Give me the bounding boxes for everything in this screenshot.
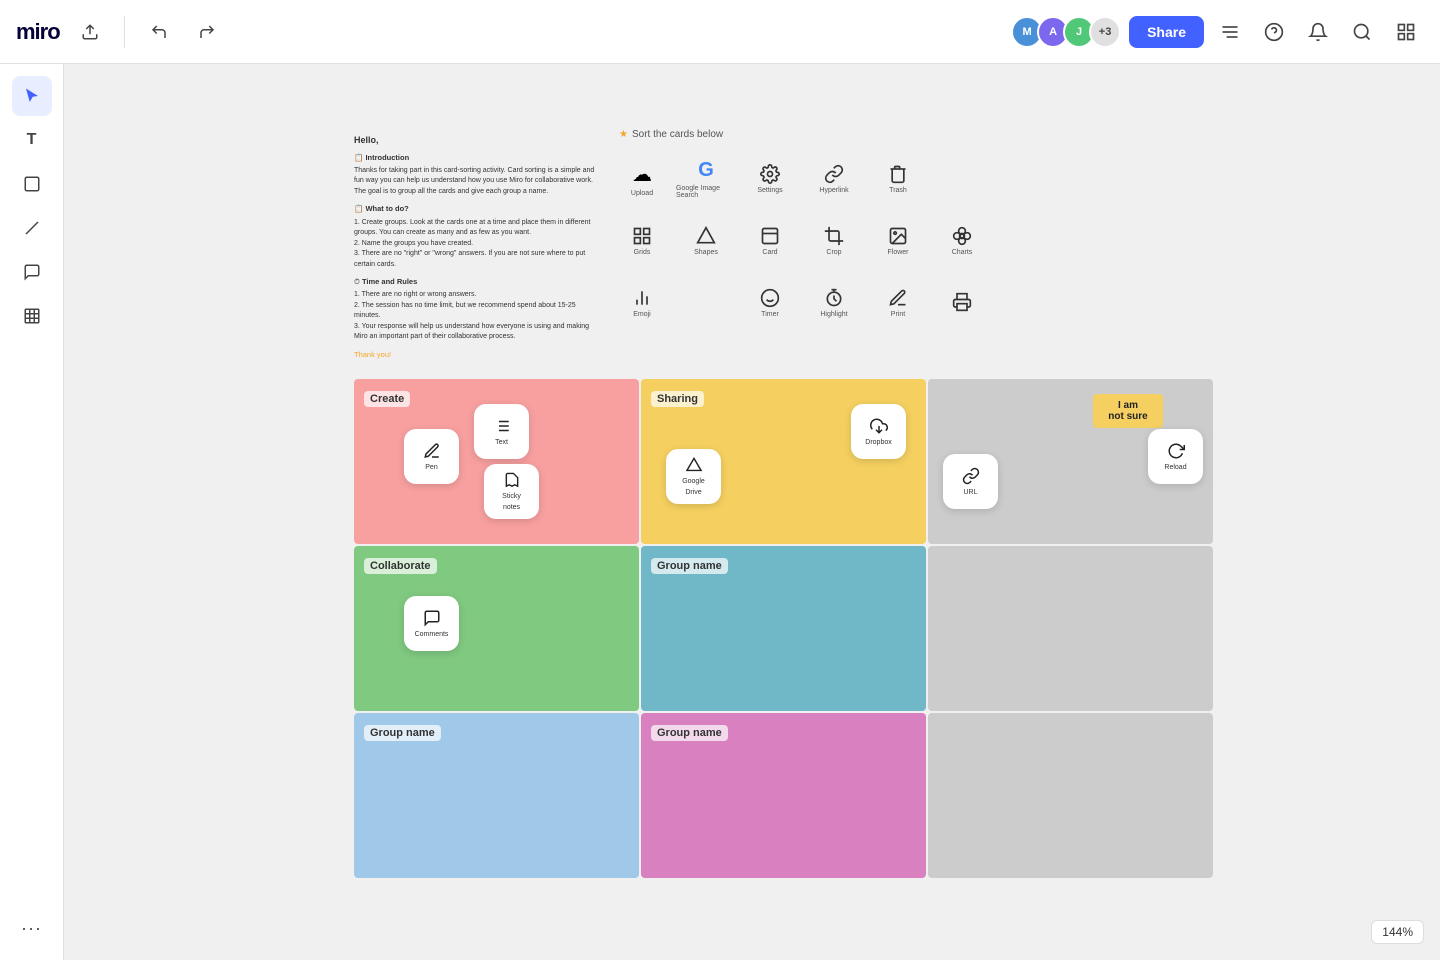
group-name-bottom-left[interactable]: Group name	[354, 713, 639, 878]
line-tool[interactable]	[12, 208, 52, 248]
card-sticky-notes[interactable]: Sticky notes	[484, 464, 539, 519]
what-text: 1. Create groups. Look at the cards one …	[354, 218, 604, 271]
thank-you-text: Thank you!	[354, 349, 604, 360]
settings-icon-button[interactable]	[1212, 14, 1248, 50]
zoom-indicator: 144%	[1371, 920, 1424, 944]
more-tools-button[interactable]: ···	[12, 908, 52, 948]
avatar-extra-count[interactable]: +3	[1089, 16, 1121, 48]
left-toolbar: T ···	[0, 64, 64, 960]
card-settings-label: Settings	[757, 187, 782, 194]
what-title: What to do?	[365, 204, 408, 213]
card-google-image-search[interactable]: G Google Image Search	[676, 149, 736, 209]
card-highlight[interactable]: Print	[868, 273, 928, 333]
help-button[interactable]	[1256, 14, 1292, 50]
notifications-button[interactable]	[1300, 14, 1336, 50]
card-gallery-label: Flower	[887, 249, 908, 256]
intro-text: Thanks for taking part in this card-sort…	[354, 166, 604, 198]
empty-cell-1	[932, 149, 994, 209]
card-emoji-label: Timer	[761, 311, 779, 318]
group-sharing-label: Sharing	[651, 391, 704, 407]
group-name-pink[interactable]: Group name	[641, 713, 926, 878]
share-button[interactable]: Share	[1129, 16, 1204, 48]
card-reload[interactable]: Reload	[1148, 429, 1203, 484]
undo-button[interactable]	[141, 14, 177, 50]
topbar: miro M A J +3 Share	[0, 0, 1440, 64]
card-flower[interactable]: Charts	[932, 211, 992, 271]
sticky-not-sure[interactable]: I amnot sure	[1093, 394, 1163, 428]
card-flower-label: Charts	[952, 249, 973, 256]
group-create[interactable]: Create Pen Text Sticky notes	[354, 379, 639, 544]
card-pen[interactable]: Pen	[404, 429, 459, 484]
redo-button[interactable]	[189, 14, 225, 50]
card-upload-label: Upload	[631, 190, 653, 197]
card-emoji[interactable]: Timer	[740, 273, 800, 333]
card-upload[interactable]: ☁ Upload	[612, 149, 672, 209]
card-crop[interactable]: Crop	[804, 211, 864, 271]
sticky-tool[interactable]	[12, 164, 52, 204]
card-card-label: Card	[762, 249, 777, 256]
group-name-blue[interactable]: Group name	[641, 546, 926, 711]
card-comments[interactable]: Comments	[404, 596, 459, 651]
card-shapes-label: Shapes	[694, 249, 718, 256]
intro-title: Introduction	[365, 153, 409, 162]
text-tool[interactable]: T	[12, 120, 52, 160]
search-button[interactable]	[1344, 14, 1380, 50]
card-shapes[interactable]: Shapes	[676, 211, 736, 271]
group-name-blue-label: Group name	[651, 558, 728, 574]
sort-cards-label: Sort the cards below	[632, 129, 723, 140]
group-name-gray-2[interactable]	[928, 546, 1213, 711]
group-collaborate[interactable]: Collaborate Comments	[354, 546, 639, 711]
groups-area: Create Pen Text Sticky notes Sharing	[354, 379, 1390, 930]
upload-button[interactable]	[72, 14, 108, 50]
zoom-level: 144%	[1382, 925, 1413, 939]
instruction-panel: Hello, 📋 Introduction Thanks for taking …	[354, 134, 604, 363]
group-name-bottom-right[interactable]	[928, 713, 1213, 878]
card-grids-label: Grids	[634, 249, 651, 256]
icon-cards-grid: ☁ Upload G Google Image Search Settings …	[612, 149, 994, 333]
card-grids[interactable]: Grids	[612, 211, 672, 271]
group-create-label: Create	[364, 391, 410, 407]
board-list-button[interactable]	[1388, 14, 1424, 50]
group-name-bottom-left-label: Group name	[364, 725, 441, 741]
card-crop-label: Crop	[826, 249, 841, 256]
card-highlight-label: Print	[891, 311, 905, 318]
card-google-label: Google Image Search	[676, 185, 736, 199]
miro-logo: miro	[16, 19, 60, 45]
card-settings[interactable]: Settings	[740, 149, 800, 209]
card-trash-label: Trash	[889, 187, 907, 194]
card-timer[interactable]: Highlight	[804, 273, 864, 333]
comment-tool[interactable]	[12, 252, 52, 292]
time-title: Time and Rules	[362, 277, 417, 286]
star-icon: ★	[619, 129, 628, 140]
card-charts-label: Emoji	[633, 311, 651, 318]
card-hyperlink-label: Hyperlink	[819, 187, 848, 194]
card-hyperlink[interactable]: Hyperlink	[804, 149, 864, 209]
card-google-drive[interactable]: Google Drive	[666, 449, 721, 504]
group-name-pink-label: Group name	[651, 725, 728, 741]
topbar-right: M A J +3 Share	[1011, 14, 1424, 50]
card-url[interactable]: URL	[943, 454, 998, 509]
canvas[interactable]: Hello, 📋 Introduction Thanks for taking …	[64, 64, 1440, 960]
sort-cards-header: ★ Sort the cards below	[619, 129, 723, 140]
topbar-left: miro	[16, 14, 225, 50]
group-sharing[interactable]: Sharing Dropbox Google Drive	[641, 379, 926, 544]
frame-tool[interactable]	[12, 296, 52, 336]
card-card[interactable]: Card	[740, 211, 800, 271]
empty-cell-2	[676, 273, 738, 333]
select-tool[interactable]	[12, 76, 52, 116]
card-trash[interactable]: Trash	[868, 149, 928, 209]
greeting-text: Hello,	[354, 134, 604, 148]
card-print[interactable]	[932, 273, 992, 333]
card-timer-label: Highlight	[820, 311, 847, 318]
card-dropbox[interactable]: Dropbox	[851, 404, 906, 459]
card-image-gallery[interactable]: Flower	[868, 211, 928, 271]
topbar-divider	[124, 16, 125, 48]
card-charts[interactable]: Emoji	[612, 273, 672, 333]
group-i-am-not-sure[interactable]: I amnot sure Reload URL	[928, 379, 1213, 544]
time-text: 1. There are no right or wrong answers.2…	[354, 290, 604, 343]
card-text[interactable]: Text	[474, 404, 529, 459]
collaborators-group: M A J +3	[1011, 16, 1121, 48]
group-collaborate-label: Collaborate	[364, 558, 437, 574]
